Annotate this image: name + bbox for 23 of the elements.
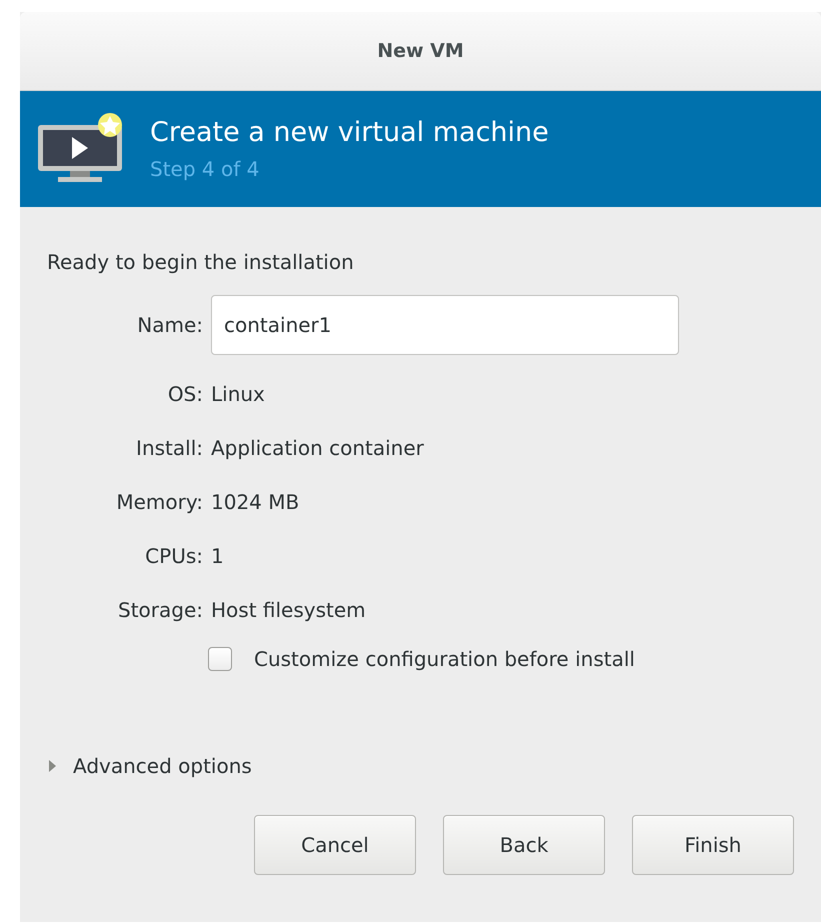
field-value: Linux [211, 381, 265, 408]
expander-icon[interactable] [47, 759, 57, 773]
header-title: Create a new virtual machine [150, 116, 549, 150]
field-value: Application container [211, 435, 424, 462]
field-value: 1024 MB [211, 489, 300, 516]
section-heading: Ready to begin the installation [47, 249, 355, 276]
step-label: Step 4 of 4 [150, 157, 260, 182]
field-label: Storage: [118, 597, 203, 624]
field-label: Memory: [116, 489, 203, 516]
checkbox-label[interactable]: Customize configuration before install [254, 647, 635, 671]
field-label: CPUs: [145, 543, 203, 570]
field-label: OS: [168, 381, 203, 408]
checkbox[interactable] [208, 647, 232, 671]
dialog-button[interactable]: Finish [632, 815, 794, 875]
dialog-button[interactable]: Back [443, 815, 605, 875]
dialog-button[interactable]: Cancel [254, 815, 416, 875]
name-field[interactable]: container1 [211, 295, 679, 355]
field-value: 1 [211, 543, 224, 570]
field-label: Name: [137, 312, 203, 339]
window-title: New VM [377, 40, 464, 62]
field-label: Install: [136, 435, 203, 462]
field-value: Host filesystem [211, 597, 366, 624]
expander-label[interactable]: Advanced options [73, 754, 252, 778]
